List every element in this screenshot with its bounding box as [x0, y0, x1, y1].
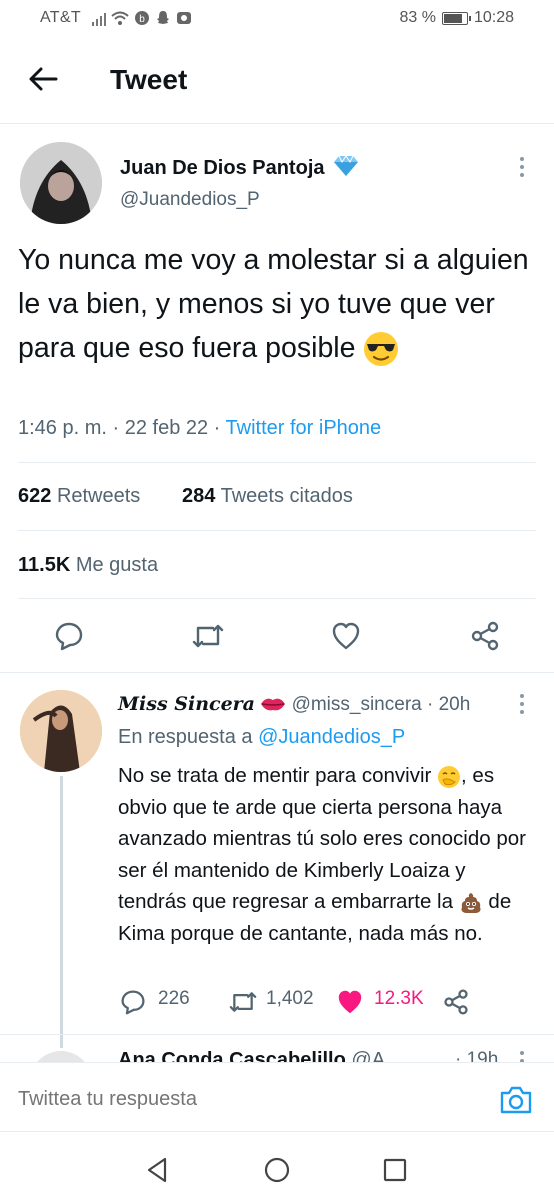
status-bar: AT&T b 83 % 10:28: [0, 0, 554, 38]
back-arrow-icon[interactable]: [28, 66, 58, 92]
carrier-label: AT&T: [40, 9, 81, 26]
likes-count: 11.5K: [18, 554, 71, 576]
author-name[interactable]: Juan De Dios Pantoja: [120, 155, 360, 180]
tweet-source-link[interactable]: Twitter for iPhone: [226, 417, 382, 439]
reply-text-part1: No se trata de mentir para convivir: [118, 764, 432, 787]
replying-to-handle[interactable]: @Juandedios_P: [258, 726, 405, 748]
section-divider: [0, 672, 554, 673]
retweets-stat[interactable]: 622 Retweets: [18, 485, 140, 508]
battery-icon: [441, 11, 471, 25]
signal-icon: [92, 10, 106, 26]
kiss-lips-emoji-icon: [261, 698, 286, 711]
author-handle[interactable]: @Juandedios_P: [120, 189, 260, 211]
next-reply-age: · 19h: [455, 1049, 499, 1063]
share-icon[interactable]: [469, 620, 501, 652]
diamond-emoji-icon: [334, 155, 359, 176]
reply-like-icon-filled[interactable]: [336, 988, 364, 1016]
like-icon[interactable]: [331, 621, 361, 651]
replying-to: En respuesta a @Juandedios_P: [118, 726, 405, 749]
next-reply-handle[interactable]: @A...: [351, 1049, 401, 1063]
next-reply-peek[interactable]: Ana Conda Cascabelillo @A... · 19h: [0, 1035, 554, 1063]
clock: 10:28: [473, 9, 514, 26]
likes-label: Me gusta: [75, 554, 159, 576]
system-nav-bar: [0, 1132, 554, 1200]
reply-composer[interactable]: [0, 1062, 554, 1132]
reply-reply-icon[interactable]: [120, 989, 146, 1015]
quotes-stat[interactable]: 284 Tweets citados: [182, 485, 353, 508]
quotes-label: Tweets citados: [220, 485, 353, 507]
reply-author-handle[interactable]: @miss_sincera: [292, 694, 422, 715]
author-avatar[interactable]: [20, 142, 102, 224]
reply-likes-count: 12.3K: [374, 988, 424, 1009]
tweet-meta: 1:46 p. m. · 22 feb 22 · Twitter for iPh…: [18, 417, 381, 440]
replying-to-label: En respuesta a: [118, 726, 253, 748]
thread-line: [60, 776, 63, 1048]
tweet-text: Yo nunca me voy a molestar si a alguien …: [18, 238, 538, 370]
status-icons: b: [92, 10, 192, 26]
divider: [18, 462, 536, 463]
reply-author-avatar[interactable]: [20, 690, 102, 772]
reply-header: Miss Sincera @miss_sincera · 20h: [118, 693, 470, 716]
top-app-bar: Tweet: [0, 38, 554, 124]
tweet-more-icon[interactable]: [520, 157, 524, 181]
reply-text: No se trata de mentir para convivir , es…: [118, 760, 538, 949]
next-reply-header: Ana Conda Cascabelillo @A...: [118, 1049, 402, 1063]
nav-recents-icon[interactable]: [383, 1158, 407, 1182]
wifi-icon: [111, 11, 129, 25]
app-notification-icon: b: [135, 11, 149, 25]
snapchat-icon: [157, 11, 169, 24]
reply-share-icon[interactable]: [442, 988, 470, 1016]
author-avatar-image: [20, 142, 102, 224]
media-icon: [177, 12, 191, 24]
next-reply-author-name[interactable]: Ana Conda Cascabelillo: [118, 1049, 346, 1063]
likes-stat[interactable]: 11.5K Me gusta: [18, 554, 158, 577]
pile-of-poo-emoji-icon: [461, 892, 481, 913]
reply-retweets-count: 1,402: [266, 988, 314, 1009]
divider: [18, 598, 536, 599]
nav-home-icon[interactable]: [264, 1157, 290, 1183]
nav-back-icon[interactable]: [145, 1157, 169, 1183]
svg-text:b: b: [139, 14, 145, 25]
retweets-label: Retweets: [56, 485, 141, 507]
hand-over-mouth-emoji-icon: [438, 765, 461, 788]
battery-percent: 83 %: [399, 9, 436, 26]
retweets-count: 622: [18, 485, 52, 507]
reply-age: · 20h: [427, 694, 471, 715]
author-name-text: Juan De Dios Pantoja: [120, 157, 325, 179]
reply-more-icon[interactable]: [520, 694, 524, 718]
reply-author-name[interactable]: Miss Sincera: [118, 693, 255, 715]
retweet-icon[interactable]: [191, 621, 225, 651]
sunglasses-emoji-icon: [364, 332, 399, 367]
tweet-timestamp: 1:46 p. m. · 22 feb 22 ·: [18, 417, 226, 439]
reply-input[interactable]: [18, 1085, 458, 1113]
page-title: Tweet: [110, 64, 188, 95]
tweet-text-body: Yo nunca me voy a molestar si a alguien …: [18, 244, 529, 364]
reply-replies-count: 226: [158, 988, 190, 1009]
camera-icon[interactable]: [499, 1085, 533, 1115]
status-right: 83 % 10:28: [399, 9, 514, 27]
reply-icon[interactable]: [54, 621, 84, 651]
reply-retweet-icon[interactable]: [228, 989, 258, 1015]
reply-avatar-image: [20, 690, 102, 772]
quotes-count: 284: [182, 485, 216, 507]
divider: [18, 530, 536, 531]
